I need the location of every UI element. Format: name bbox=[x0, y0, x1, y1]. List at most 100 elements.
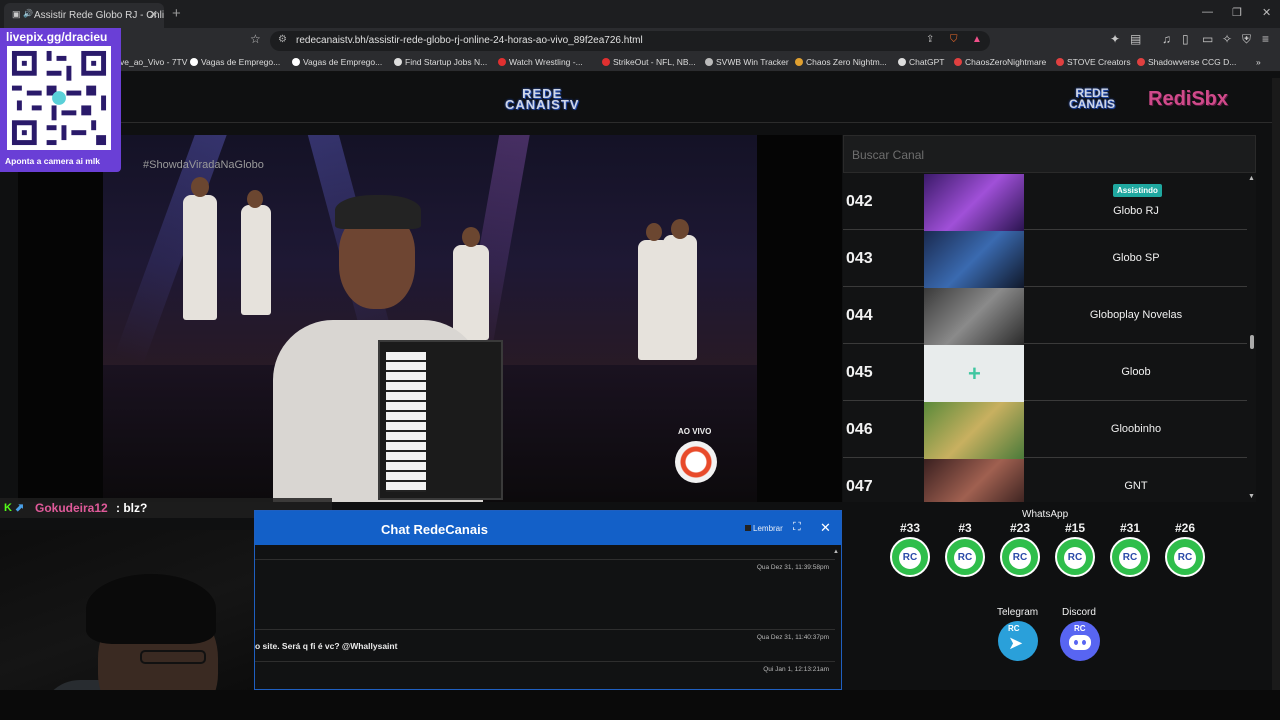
telegram-icon[interactable]: RC ➤ bbox=[998, 621, 1038, 661]
channel-thumbnail bbox=[924, 288, 1024, 345]
address-toolbar: ☆ ⚙ redecanaistv.bh/assistir-rede-globo-… bbox=[0, 28, 1280, 54]
extensions-icon[interactable]: ✦ bbox=[1110, 32, 1120, 46]
menu-icon[interactable]: ≡ bbox=[1262, 32, 1269, 46]
scroll-down-icon[interactable]: ▼ bbox=[1248, 493, 1255, 500]
chat-scrollbar[interactable]: ▲ bbox=[832, 549, 840, 689]
window-close-icon[interactable]: ✕ bbox=[1262, 6, 1271, 19]
tab-title: Assistir Rede Globo RJ - Onli bbox=[34, 10, 164, 21]
browser-tab[interactable]: ▣ 🔊 Assistir Rede Globo RJ - Onli ✕ bbox=[4, 3, 164, 28]
rewards-icon[interactable]: ▲ bbox=[972, 34, 982, 45]
bookmark-icon[interactable]: ☆ bbox=[250, 32, 261, 46]
chat-message-row: Qua Dez 31, 11:40:37pm o site. Será q fi… bbox=[255, 629, 835, 661]
sidebar-icon[interactable]: ▤ bbox=[1130, 32, 1141, 46]
bookmark-item[interactable]: ChatGPT bbox=[898, 57, 944, 67]
channel-thumbnail bbox=[924, 402, 1024, 459]
channel-list-scrollbar[interactable]: ▲ ▼ bbox=[1248, 175, 1256, 501]
channel-number: 044 bbox=[846, 307, 873, 324]
bookmark-item[interactable]: ve_ao_Vivo - 7TV bbox=[120, 57, 187, 67]
whatsapp-group-link[interactable]: #3 RC bbox=[944, 521, 986, 577]
whatsapp-icon: RC bbox=[1110, 537, 1150, 577]
bookmarks-overflow-icon[interactable]: » bbox=[1256, 57, 1261, 67]
tab-audio-icon[interactable]: 🔊 bbox=[23, 9, 33, 18]
channel-search-input[interactable]: Buscar Canal bbox=[843, 135, 1256, 173]
kick-badge-icon: K ⬈ bbox=[4, 502, 25, 514]
channel-name: Globo RJ bbox=[1113, 205, 1159, 217]
site-info-icon[interactable]: ⚙ bbox=[278, 34, 287, 45]
bookmark-item[interactable]: Find Startup Jobs N... bbox=[394, 57, 487, 67]
qr-code-icon bbox=[7, 46, 111, 150]
channel-row[interactable]: 042 Assistindo Globo RJ bbox=[843, 174, 1247, 231]
vpn-icon[interactable]: ⛨ bbox=[1242, 32, 1251, 47]
channel-row[interactable]: 044 Globoplay Novelas bbox=[843, 288, 1247, 345]
channel-number: 043 bbox=[846, 250, 873, 267]
channel-row[interactable]: 046 Gloobinho bbox=[843, 402, 1247, 459]
bookmark-item[interactable]: Watch Wrestling -... bbox=[498, 57, 583, 67]
bookmark-item[interactable]: Vagas de Emprego... bbox=[190, 57, 280, 67]
whatsapp-icon: RC bbox=[945, 537, 985, 577]
remember-checkbox[interactable]: Lembrar bbox=[745, 524, 783, 533]
whatsapp-group-link[interactable]: #33 RC bbox=[889, 521, 931, 577]
whatsapp-icon: RC bbox=[1055, 537, 1095, 577]
chat-scroll-up-icon[interactable]: ▲ bbox=[833, 549, 839, 555]
whatsapp-icon: RC bbox=[890, 537, 930, 577]
rede-canais-logo[interactable]: REDE CANAIS bbox=[1069, 87, 1115, 110]
qr-title: livepix.gg/dracieu bbox=[6, 30, 108, 44]
message-text: o site. Será q fi é vc? @Whallysaint bbox=[255, 641, 398, 651]
bookmark-item[interactable]: Chaos Zero Nightm... bbox=[795, 57, 887, 67]
tab-strip: ▣ 🔊 Assistir Rede Globo RJ - Onli ✕ + — … bbox=[0, 0, 1280, 28]
bookmark-item[interactable]: STOVE Creators bbox=[1056, 57, 1131, 67]
bookmark-item[interactable]: SVWB Win Tracker bbox=[705, 57, 789, 67]
wallet-icon[interactable]: ▭ bbox=[1202, 32, 1213, 46]
channel-name: Gloobinho bbox=[1110, 423, 1162, 435]
discord-icon[interactable]: RC bbox=[1060, 621, 1100, 661]
channel-number: 047 bbox=[846, 478, 873, 495]
bottom-bar bbox=[0, 690, 1280, 720]
bookmark-item[interactable]: Shadowverse CCG D... bbox=[1137, 57, 1236, 67]
scroll-up-icon[interactable]: ▲ bbox=[1248, 175, 1255, 182]
whatsapp-title: WhatsApp bbox=[1022, 509, 1069, 520]
new-tab-button[interactable]: + bbox=[172, 5, 181, 22]
reading-icon[interactable]: ▯ bbox=[1182, 32, 1189, 46]
bookmark-item[interactable]: StrikeOut - NFL, NB... bbox=[602, 57, 696, 67]
chat-window: Chat RedeCanais Lembrar ⛶ ✕ Qua Dez 31, … bbox=[254, 510, 842, 690]
channel-name: Globoplay Novelas bbox=[1089, 309, 1183, 321]
video-player[interactable]: #ShowdaViradaNaGlobo AO VIVO bbox=[18, 135, 842, 502]
bookmark-item[interactable]: Vagas de Emprego... bbox=[292, 57, 382, 67]
channel-row[interactable]: 043 Globo SP bbox=[843, 231, 1247, 288]
address-bar[interactable]: ⚙ redecanaistv.bh/assistir-rede-globo-rj… bbox=[270, 31, 990, 51]
telegram-label: Telegram bbox=[997, 607, 1039, 618]
maximize-icon[interactable]: ❐ bbox=[1232, 6, 1242, 19]
share-icon[interactable]: ⇪ bbox=[926, 34, 934, 45]
chat-messages: Qua Dez 31, 11:39:58pm Qua Dez 31, 11:40… bbox=[255, 545, 841, 691]
channel-row[interactable]: 047 GNT bbox=[843, 459, 1247, 502]
tab-close-icon[interactable]: ✕ bbox=[149, 8, 158, 21]
chat-header: Chat RedeCanais Lembrar ⛶ ✕ bbox=[255, 511, 841, 545]
music-icon[interactable]: ♫ bbox=[1162, 32, 1171, 46]
minimize-icon[interactable]: — bbox=[1202, 6, 1213, 18]
chat-close-icon[interactable]: ✕ bbox=[820, 520, 831, 536]
channel-thumbnail bbox=[924, 459, 1024, 502]
channel-panel: Buscar Canal 042 Assistindo Globo RJ 043… bbox=[843, 135, 1256, 502]
chat-message-row: Qui Jan 1, 12:13:21am bbox=[255, 661, 835, 689]
bookmark-item[interactable]: ChaosZeroNightmare bbox=[954, 57, 1046, 67]
channel-thumbnail: + bbox=[924, 345, 1024, 402]
whatsapp-group-link[interactable]: #15 RC bbox=[1054, 521, 1096, 577]
leo-icon[interactable]: ✧ bbox=[1222, 32, 1232, 46]
partner-logo[interactable]: RediSbx bbox=[1148, 88, 1228, 111]
whatsapp-group-link[interactable]: #31 RC bbox=[1109, 521, 1151, 577]
channel-row[interactable]: 045 + Gloob bbox=[843, 345, 1247, 402]
channel-name: Globo SP bbox=[1112, 252, 1160, 264]
qr-caption: Aponta a camera ai mlk bbox=[5, 156, 100, 166]
brave-shield-icon[interactable]: ⛉ bbox=[950, 34, 958, 45]
channel-name: Gloob bbox=[1121, 366, 1151, 378]
site-logo[interactable]: REDE CANAISTV bbox=[505, 87, 579, 111]
page-scrollbar[interactable] bbox=[1272, 78, 1280, 690]
expand-icon[interactable]: ⛶ bbox=[793, 521, 801, 534]
whatsapp-group-link[interactable]: #23 RC bbox=[999, 521, 1041, 577]
chat-message-row: Qua Dez 31, 11:39:58pm bbox=[255, 559, 835, 629]
whatsapp-group-link[interactable]: #26 RC bbox=[1164, 521, 1206, 577]
channel-number: 042 bbox=[846, 193, 873, 210]
channel-name: GNT bbox=[1124, 480, 1148, 492]
gloob-plus-icon: + bbox=[968, 361, 981, 386]
message-time: Qua Dez 31, 11:40:37pm bbox=[756, 634, 829, 641]
